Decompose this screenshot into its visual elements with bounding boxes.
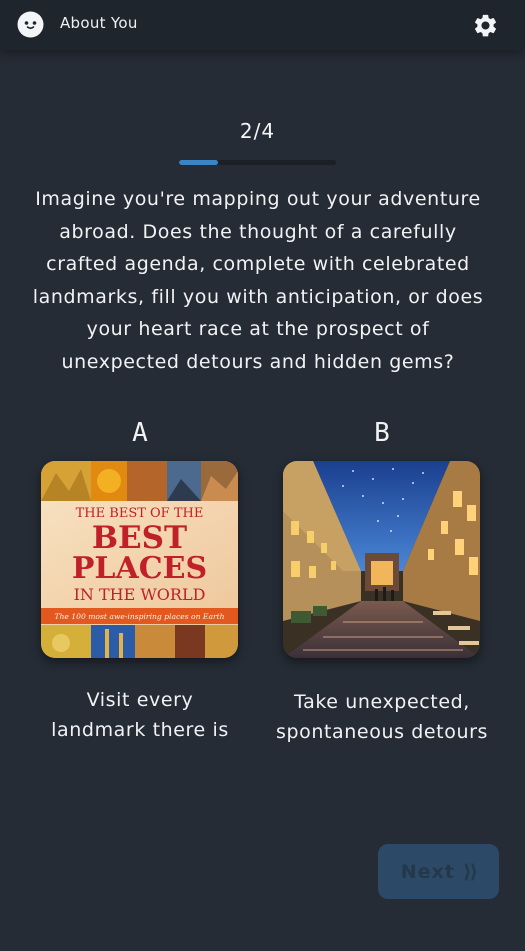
gear-icon[interactable] <box>472 12 499 39</box>
option-a-image[interactable]: THE BEST OF THE BEST PLACES IN THE WORLD… <box>41 461 238 658</box>
option-b-label-line-1: Take unexpected, <box>294 691 470 713</box>
option-a-letter: A <box>132 418 148 448</box>
next-button[interactable]: Next ⟩⟩ <box>378 844 499 899</box>
ghost-face-icon[interactable] <box>17 11 44 38</box>
cover-line-3: PLACES <box>72 551 207 586</box>
next-button-label: Next <box>400 860 455 883</box>
option-b-letter: B <box>374 418 390 448</box>
option-a-label: Visit every landmark there is <box>30 686 250 745</box>
option-b-image[interactable] <box>283 461 480 658</box>
cover-line-5: The 100 most awe-inspiring places on Ear… <box>54 612 224 621</box>
progress-counter: 2/4 <box>239 119 276 143</box>
chevron-right-icon: ⟩⟩ <box>462 860 478 883</box>
option-a-label-line-1: Visit every <box>86 689 194 711</box>
option-b-label: Take unexpected, spontaneous detours <box>268 688 496 747</box>
cover-line-4: IN THE WORLD <box>74 585 206 604</box>
page-title: About You <box>60 14 138 32</box>
progress-bar <box>179 160 336 165</box>
top-bar: About You <box>0 0 525 50</box>
option-b-label-line-2: spontaneous detours <box>275 720 489 743</box>
progress-bar-fill <box>179 160 219 165</box>
option-a-label-line-2: landmark there is <box>51 718 229 741</box>
question-text: Imagine you're mapping out your adventur… <box>32 188 484 373</box>
cover-line-1: THE BEST OF THE <box>76 506 204 521</box>
